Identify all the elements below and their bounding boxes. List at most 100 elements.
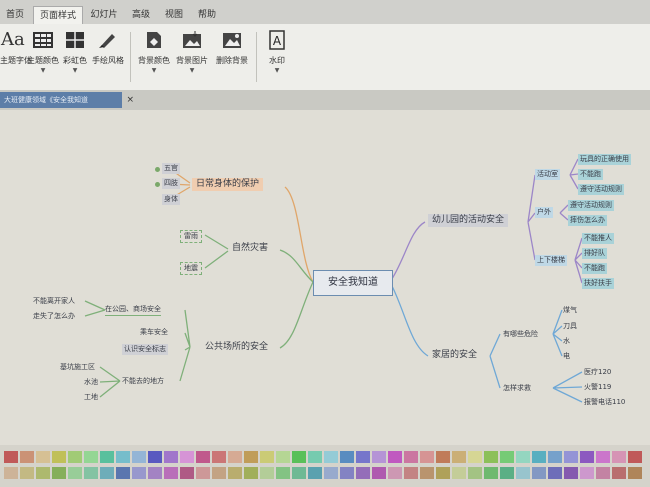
palette-swatch[interactable] (260, 451, 274, 463)
palette-swatch[interactable] (532, 451, 546, 463)
topic-park-mall[interactable]: 在公园、商场安全 (105, 304, 161, 316)
palette-swatch[interactable] (100, 451, 114, 463)
topic-hold-handrail[interactable]: 扶好扶手 (582, 278, 614, 289)
palette-swatch[interactable] (564, 467, 578, 479)
topic-not-leave-family[interactable]: 不能离开家人 (33, 296, 75, 307)
palette-swatch[interactable] (612, 451, 626, 463)
branch-body-protection[interactable]: 日常身体的保护 (192, 178, 264, 191)
palette-swatch[interactable] (180, 467, 194, 479)
palette-swatch[interactable] (500, 467, 514, 479)
palette-swatch[interactable] (68, 451, 82, 463)
topic-forbidden-places[interactable]: 不能去的地方 (122, 376, 164, 387)
palette-swatch[interactable] (484, 467, 498, 479)
topic-limbs[interactable]: 四肢 (162, 178, 180, 189)
topic-pool[interactable]: 水池 (84, 377, 98, 388)
palette-swatch[interactable] (628, 467, 642, 479)
palette-swatch[interactable] (276, 451, 290, 463)
palette-swatch[interactable] (4, 451, 18, 463)
topic-medical-120[interactable]: 医疗120 (584, 367, 611, 378)
palette-swatch[interactable] (500, 451, 514, 463)
palette-swatch[interactable] (356, 451, 370, 463)
topic-police-110[interactable]: 报警电话110 (584, 397, 625, 408)
palette-swatch[interactable] (52, 467, 66, 479)
palette-swatch[interactable] (324, 451, 338, 463)
palette-swatch[interactable] (612, 467, 626, 479)
palette-swatch[interactable] (372, 451, 386, 463)
palette-swatch[interactable] (164, 467, 178, 479)
palette-swatch[interactable] (564, 451, 578, 463)
palette-swatch[interactable] (212, 451, 226, 463)
topic-outdoor[interactable]: 户外 (535, 207, 553, 218)
palette-swatch[interactable] (148, 451, 162, 463)
collapse-dot-icon[interactable] (155, 182, 160, 187)
topic-earthquake[interactable]: 地震 (180, 262, 202, 275)
topic-five-senses[interactable]: 五官 (162, 163, 180, 174)
branch-public-safety[interactable]: 公共场所的安全 (205, 342, 268, 353)
palette-swatch[interactable] (404, 467, 418, 479)
palette-swatch[interactable] (20, 467, 34, 479)
palette-swatch[interactable] (132, 467, 146, 479)
palette-swatch[interactable] (84, 451, 98, 463)
palette-swatch[interactable] (436, 467, 450, 479)
topic-fire-119[interactable]: 火警119 (584, 382, 611, 393)
palette-swatch[interactable] (20, 451, 34, 463)
palette-swatch[interactable] (548, 451, 562, 463)
palette-swatch[interactable] (180, 451, 194, 463)
central-topic[interactable]: 安全我知道 (313, 270, 393, 296)
topic-follow-rules-1[interactable]: 遵守活动规则 (578, 184, 624, 195)
palette-swatch[interactable] (196, 467, 210, 479)
palette-swatch[interactable] (116, 451, 130, 463)
palette-swatch[interactable] (340, 467, 354, 479)
palette-swatch[interactable] (276, 467, 290, 479)
palette-swatch[interactable] (468, 467, 482, 479)
palette-swatch[interactable] (372, 467, 386, 479)
palette-swatch[interactable] (516, 467, 530, 479)
palette-swatch[interactable] (292, 467, 306, 479)
palette-swatch[interactable] (244, 467, 258, 479)
topic-thunderstorm[interactable]: 雷雨 (180, 230, 202, 243)
topic-call-for-help[interactable]: 怎样求救 (503, 383, 531, 394)
palette-swatch[interactable] (228, 467, 242, 479)
palette-swatch[interactable] (628, 451, 642, 463)
topic-construction-pit[interactable]: 基坑施工区 (60, 362, 95, 373)
topic-electricity[interactable]: 电 (563, 351, 570, 362)
palette-swatch[interactable] (596, 451, 610, 463)
palette-swatch[interactable] (596, 467, 610, 479)
topic-follow-rules-2[interactable]: 遵守活动规则 (568, 200, 614, 211)
palette-swatch[interactable] (260, 467, 274, 479)
palette-swatch[interactable] (436, 451, 450, 463)
topic-no-pushing[interactable]: 不能推人 (582, 233, 614, 244)
topic-ride-safety[interactable]: 乘车安全 (140, 327, 168, 338)
topic-site[interactable]: 工地 (84, 392, 98, 403)
palette-swatch[interactable] (4, 467, 18, 479)
palette-swatch[interactable] (452, 451, 466, 463)
palette-swatch[interactable] (324, 467, 338, 479)
topic-toy-usage[interactable]: 玩具的正确使用 (578, 154, 631, 165)
palette-swatch[interactable] (84, 467, 98, 479)
palette-swatch[interactable] (484, 451, 498, 463)
palette-swatch[interactable] (36, 451, 50, 463)
palette-swatch[interactable] (340, 451, 354, 463)
palette-swatch[interactable] (388, 451, 402, 463)
palette-swatch[interactable] (148, 467, 162, 479)
topic-stairs[interactable]: 上下楼梯 (535, 255, 567, 266)
topic-lost[interactable]: 走失了怎么办 (33, 311, 75, 322)
palette-swatch[interactable] (52, 451, 66, 463)
palette-swatch[interactable] (532, 467, 546, 479)
branch-natural-disaster[interactable]: 自然灾害 (232, 243, 268, 254)
topic-no-running-2[interactable]: 不能跑 (582, 263, 607, 274)
topic-knives[interactable]: 刀具 (563, 321, 577, 332)
palette-swatch[interactable] (36, 467, 50, 479)
topic-activity-room[interactable]: 活动室 (535, 169, 560, 180)
topic-water[interactable]: 水 (563, 336, 570, 347)
palette-swatch[interactable] (244, 451, 258, 463)
palette-swatch[interactable] (452, 467, 466, 479)
palette-swatch[interactable] (548, 467, 562, 479)
palette-swatch[interactable] (420, 451, 434, 463)
palette-swatch[interactable] (100, 467, 114, 479)
palette-swatch[interactable] (292, 451, 306, 463)
palette-swatch[interactable] (164, 451, 178, 463)
palette-swatch[interactable] (420, 467, 434, 479)
palette-swatch[interactable] (388, 467, 402, 479)
topic-safety-signs[interactable]: 认识安全标志 (122, 344, 168, 355)
